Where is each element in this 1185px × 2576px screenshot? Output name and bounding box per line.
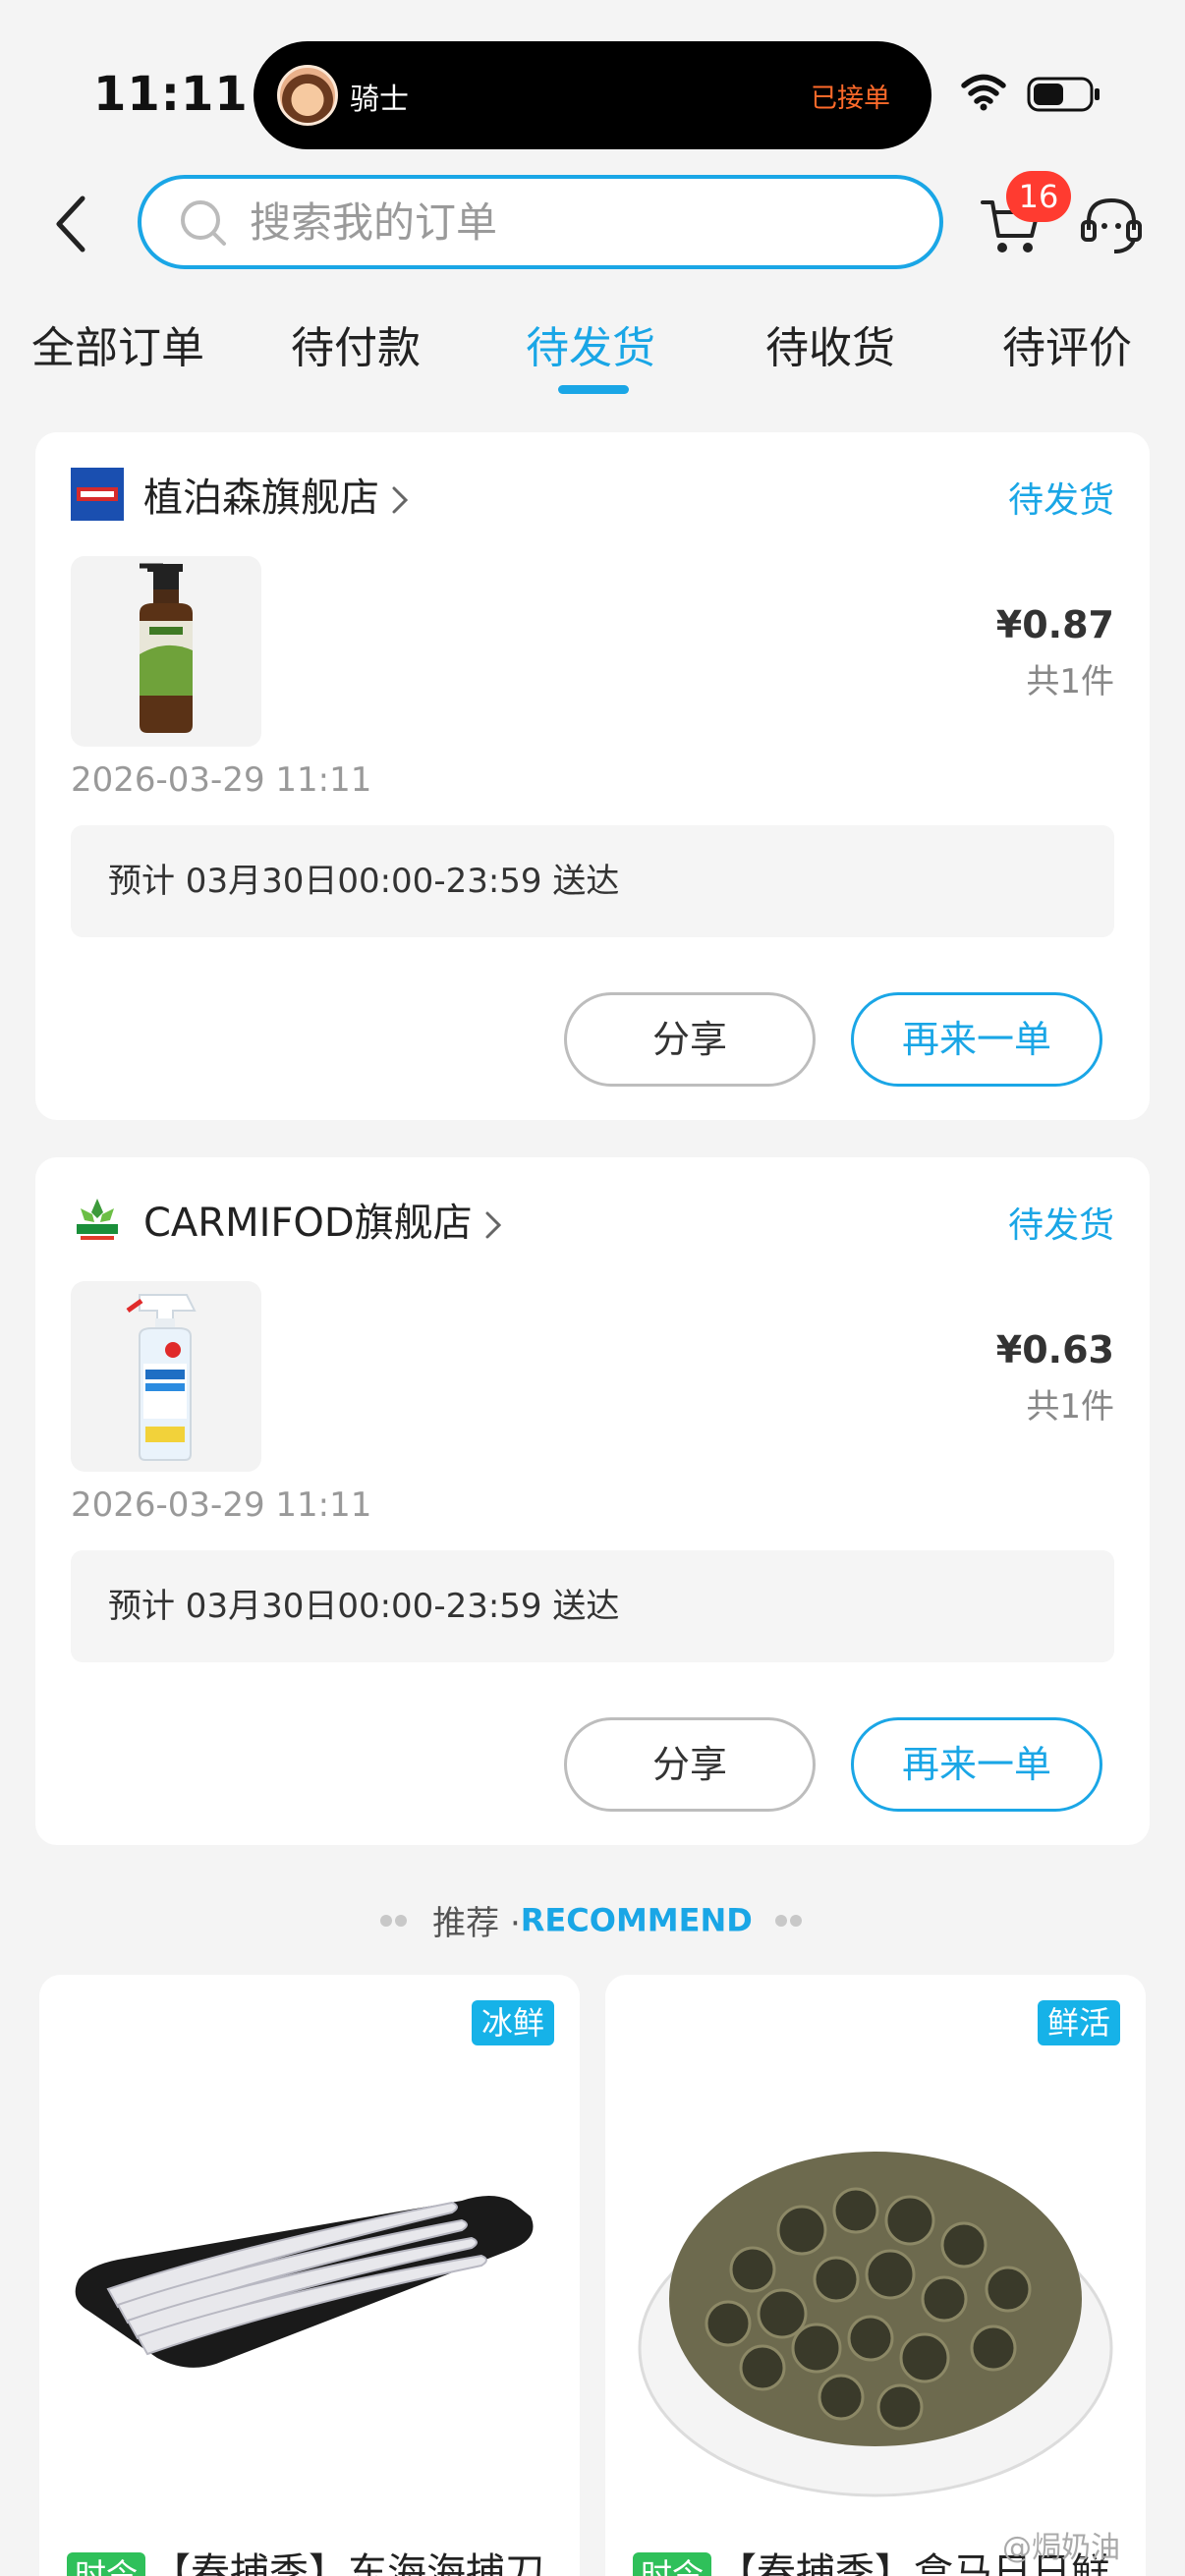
- recommend-title-text: 【春捕季】东海海捕刀: [151, 2550, 545, 2576]
- order-time: 2026-03-29 11:11: [71, 760, 372, 800]
- tab-pending-receipt[interactable]: 待收货: [765, 312, 895, 375]
- tab-pending-shipment[interactable]: 待发货: [526, 312, 655, 375]
- recommend-product-card[interactable]: 冰鲜 时令 【春捕季】东海海捕刀: [39, 1975, 580, 2576]
- tab-pending-payment[interactable]: 待付款: [291, 312, 421, 375]
- seasonal-badge: 时令: [633, 2552, 712, 2576]
- spray-bottle-image: [126, 1294, 197, 1461]
- recommend-title-zh: 推荐 ·: [432, 1904, 521, 1943]
- order-price: ¥0.63: [995, 1328, 1114, 1372]
- recommend-product-title[interactable]: 时令 【春捕季】东海海捕刀: [67, 2541, 544, 2576]
- status-bar: 11:11 骑士 已接单: [0, 0, 1185, 167]
- chevron-right-icon: [392, 486, 409, 514]
- fish-product-image: [75, 2196, 534, 2368]
- recommend-header: 推荐 ·RECOMMEND: [0, 1896, 1185, 1945]
- battery-icon: [1027, 77, 1100, 112]
- active-tab-indicator: [558, 385, 629, 394]
- order-quantity: 共1件: [1026, 1387, 1114, 1427]
- shampoo-bottle-image: [140, 563, 193, 733]
- order-status: 待发货: [1007, 1205, 1114, 1246]
- shop-logo-icon: [71, 1193, 124, 1246]
- search-bar[interactable]: [138, 175, 943, 269]
- shop-name-label: 植泊森旗舰店: [143, 476, 379, 521]
- shop-name[interactable]: 植泊森旗舰店: [143, 466, 409, 523]
- customer-service-icon[interactable]: [1079, 193, 1144, 257]
- status-time: 11:11: [93, 67, 249, 122]
- back-arrow-icon[interactable]: [49, 193, 96, 255]
- share-button[interactable]: 分享: [564, 1717, 816, 1812]
- cart-count-badge: 16: [1006, 171, 1071, 222]
- tab-pending-review[interactable]: 待评价: [1002, 312, 1132, 375]
- delivery-estimate: 预计 03月30日00:00-23:59 送达: [71, 1550, 1114, 1662]
- rider-avatar: [277, 65, 338, 126]
- island-status-label: 已接单: [811, 84, 890, 114]
- search-icon: [181, 200, 226, 246]
- reorder-button[interactable]: 再来一单: [851, 1717, 1102, 1812]
- shop-logo-icon: [71, 468, 124, 521]
- order-time: 2026-03-29 11:11: [71, 1485, 372, 1525]
- shop-name-label: CARMIFOD旗舰店: [143, 1201, 473, 1246]
- product-thumbnail[interactable]: [71, 1281, 261, 1472]
- decor-dots-icon: [380, 1914, 408, 1927]
- delivery-estimate: 预计 03月30日00:00-23:59 送达: [71, 825, 1114, 937]
- wifi-icon: [961, 74, 1006, 111]
- recommend-product-card[interactable]: 鲜活 时令 【春捕季】盒马日日鲜: [605, 1975, 1146, 2576]
- dynamic-island[interactable]: 骑士 已接单: [254, 41, 931, 149]
- freshness-tag: 冰鲜: [471, 2000, 554, 2045]
- order-quantity: 共1件: [1026, 662, 1114, 701]
- order-price: ¥0.87: [995, 603, 1114, 646]
- snail-product-image: [638, 2152, 1113, 2497]
- chevron-right-icon: [485, 1211, 501, 1239]
- reorder-button[interactable]: 再来一单: [851, 992, 1102, 1087]
- decor-dots-icon: [774, 1914, 802, 1927]
- share-button[interactable]: 分享: [564, 992, 816, 1087]
- order-card[interactable]: 植泊森旗舰店 待发货 ¥0.87 共1件 2026-03-29 11:11 预计…: [35, 432, 1150, 1120]
- watermark: @焗奶油: [1002, 2531, 1120, 2565]
- search-input[interactable]: [250, 195, 918, 250]
- shop-name[interactable]: CARMIFOD旗舰店: [143, 1191, 502, 1248]
- recommend-title-en: RECOMMEND: [520, 1901, 753, 1939]
- freshness-tag: 鲜活: [1037, 2000, 1120, 2045]
- seasonal-badge: 时令: [67, 2552, 146, 2576]
- island-user-label: 骑士: [350, 83, 409, 117]
- order-card[interactable]: CARMIFOD旗舰店 待发货 ¥0.63 共1件 2026-03-29 11:…: [35, 1157, 1150, 1845]
- tab-all-orders[interactable]: 全部订单: [31, 312, 204, 375]
- order-status: 待发货: [1007, 480, 1114, 521]
- product-thumbnail[interactable]: [71, 556, 261, 747]
